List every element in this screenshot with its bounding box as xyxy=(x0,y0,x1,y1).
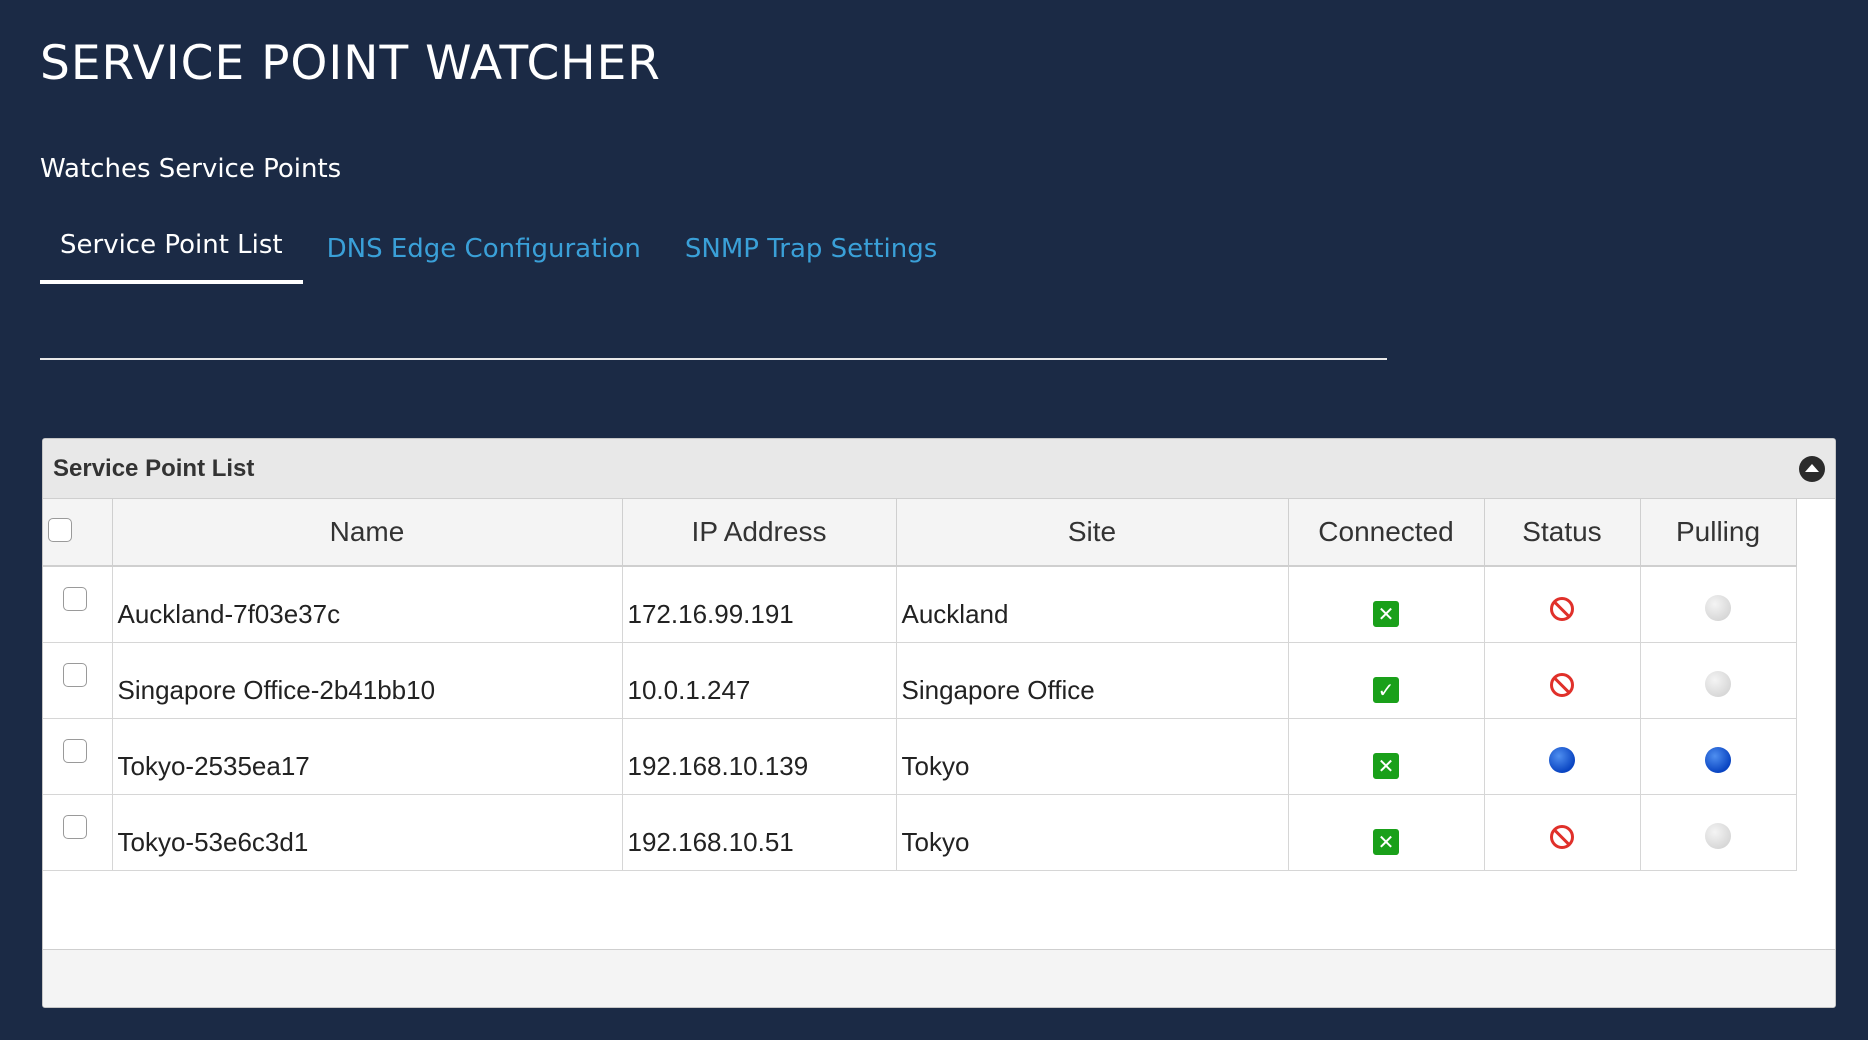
row-checkbox[interactable] xyxy=(63,814,87,839)
column-header-status[interactable]: Status xyxy=(1484,499,1641,567)
cell-connected: ✕ xyxy=(1288,718,1485,795)
column-header-connected[interactable]: Connected xyxy=(1288,499,1485,567)
no-entry-icon xyxy=(1550,824,1574,849)
table-row[interactable]: Tokyo-53e6c3d1 192.168.10.51 Tokyo ✕ xyxy=(43,794,1797,871)
cell-name: Tokyo-53e6c3d1 xyxy=(112,794,623,871)
x-icon: ✕ xyxy=(1373,828,1399,855)
cell-name: Tokyo-2535ea17 xyxy=(112,718,623,795)
chevron-up-circle-icon[interactable] xyxy=(1799,455,1825,482)
column-header-site[interactable]: Site xyxy=(896,499,1289,567)
app-subtitle: Watches Service Points xyxy=(40,154,342,184)
app-title: SERVICE POINT WATCHER xyxy=(40,36,661,91)
cell-pulling xyxy=(1640,566,1797,643)
column-header-pulling[interactable]: Pulling xyxy=(1640,499,1797,567)
tab-dns-edge-configuration[interactable]: DNS Edge Configuration xyxy=(307,226,661,284)
row-checkbox[interactable] xyxy=(63,587,87,611)
row-checkbox[interactable] xyxy=(63,738,87,763)
row-select-cell xyxy=(43,642,113,719)
cell-status xyxy=(1484,794,1641,871)
x-icon: ✕ xyxy=(1373,752,1399,779)
table-row[interactable]: Tokyo-2535ea17 192.168.10.139 Tokyo ✕ xyxy=(43,718,1797,795)
panel-title: Service Point List xyxy=(53,454,255,482)
check-icon: ✓ xyxy=(1373,676,1399,703)
tab-snmp-trap-settings[interactable]: SNMP Trap Settings xyxy=(665,226,957,284)
column-header-name[interactable]: Name xyxy=(112,499,623,567)
grey-dot-icon xyxy=(1705,822,1731,849)
no-entry-icon xyxy=(1550,672,1574,697)
cell-name: Auckland-7f03e37c xyxy=(112,566,623,643)
select-all-checkbox[interactable] xyxy=(48,518,72,542)
service-point-panel: Service Point List Name IP Address Site … xyxy=(42,438,1836,1008)
panel-footer xyxy=(43,949,1835,1007)
cell-pulling xyxy=(1640,718,1797,795)
row-select-cell xyxy=(43,718,113,795)
cell-ip-address: 192.168.10.139 xyxy=(622,718,897,795)
cell-site: Singapore Office xyxy=(896,642,1289,719)
tab-service-point-list[interactable]: Service Point List xyxy=(40,222,303,284)
row-select-cell xyxy=(43,794,113,871)
column-header-ip-address[interactable]: IP Address xyxy=(622,499,897,567)
panel-header: Service Point List xyxy=(43,439,1835,499)
cell-status xyxy=(1484,718,1641,795)
cell-ip-address: 172.16.99.191 xyxy=(622,566,897,643)
cell-pulling xyxy=(1640,794,1797,871)
no-entry-icon xyxy=(1550,596,1574,621)
tab-bar: Service Point List DNS Edge Configuratio… xyxy=(40,222,961,284)
blue-dot-icon xyxy=(1549,746,1575,773)
cell-status xyxy=(1484,642,1641,719)
table-row[interactable]: Auckland-7f03e37c 172.16.99.191 Auckland… xyxy=(43,566,1797,643)
select-all-cell xyxy=(43,499,113,567)
cell-pulling xyxy=(1640,642,1797,719)
table-header-row: Name IP Address Site Connected Status Pu… xyxy=(43,499,1797,567)
cell-ip-address: 192.168.10.51 xyxy=(622,794,897,871)
cell-site: Tokyo xyxy=(896,718,1289,795)
blue-dot-icon xyxy=(1705,746,1731,773)
cell-site: Auckland xyxy=(896,566,1289,643)
row-checkbox[interactable] xyxy=(63,662,87,687)
grey-dot-icon xyxy=(1705,670,1731,697)
service-point-table: Name IP Address Site Connected Status Pu… xyxy=(43,499,1797,871)
row-select-cell xyxy=(43,566,113,643)
x-icon: ✕ xyxy=(1373,600,1399,627)
cell-connected: ✕ xyxy=(1288,566,1485,643)
grey-dot-icon xyxy=(1705,594,1731,621)
cell-connected: ✓ xyxy=(1288,642,1485,719)
section-divider xyxy=(40,358,1387,360)
cell-status xyxy=(1484,566,1641,643)
cell-name: Singapore Office-2b41bb10 xyxy=(112,642,623,719)
table-row[interactable]: Singapore Office-2b41bb10 10.0.1.247 Sin… xyxy=(43,642,1797,719)
cell-connected: ✕ xyxy=(1288,794,1485,871)
cell-site: Tokyo xyxy=(896,794,1289,871)
cell-ip-address: 10.0.1.247 xyxy=(622,642,897,719)
